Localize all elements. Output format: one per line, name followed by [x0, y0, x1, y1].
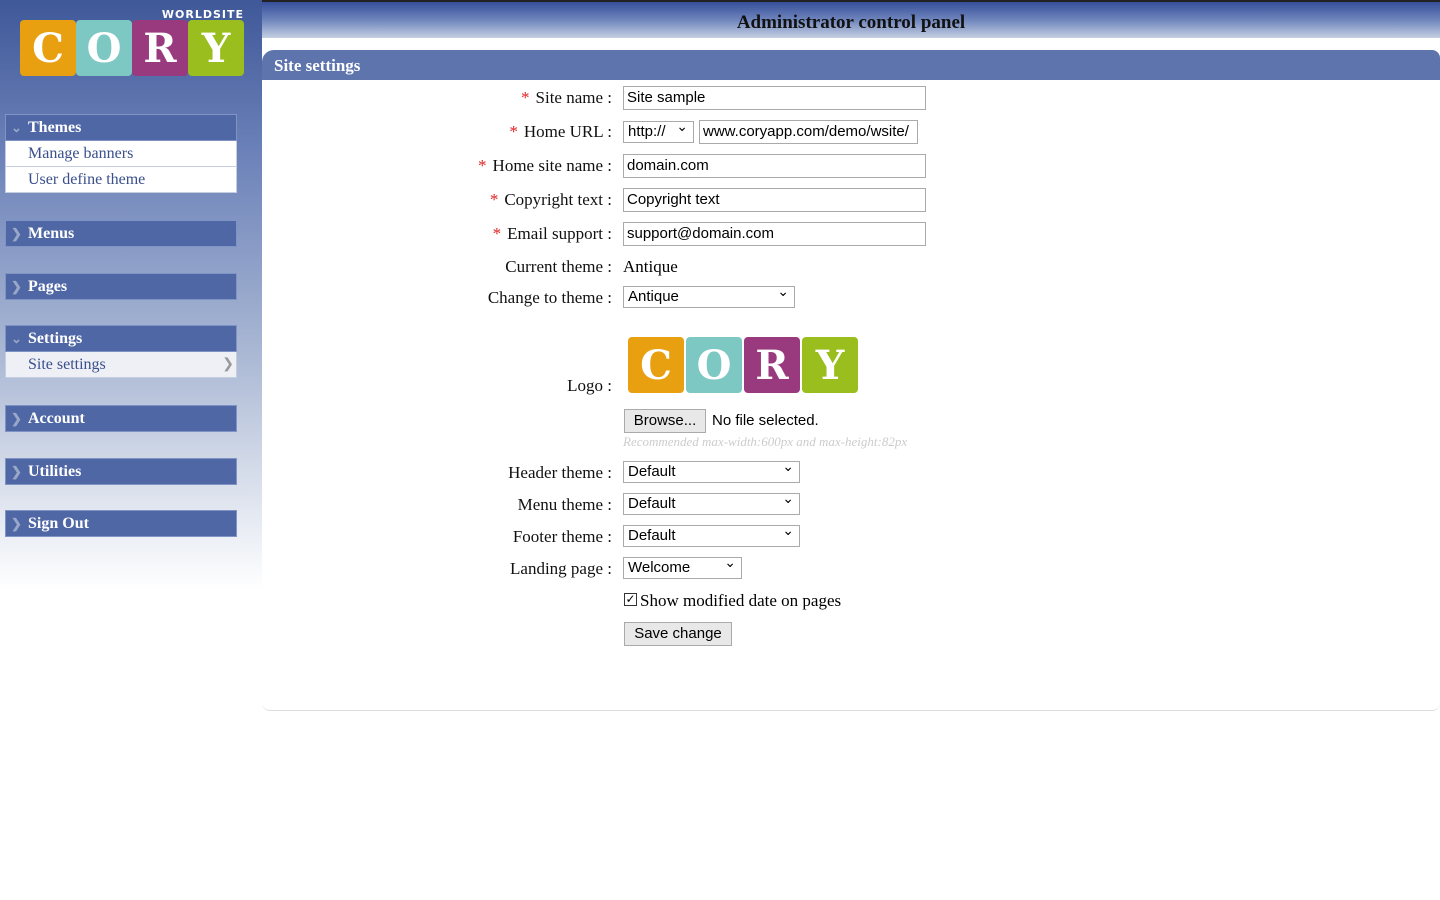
- group-label: Settings: [28, 330, 83, 347]
- change-theme-label: Change to theme :: [487, 288, 612, 307]
- save-change-button[interactable]: Save change: [624, 622, 732, 646]
- chevron-right-icon: ❯: [222, 357, 234, 372]
- sidebar-header-menus[interactable]: ❯ Menus: [5, 220, 237, 247]
- logo-piece-y: Y: [188, 20, 244, 76]
- chevron-right-icon: ❯: [11, 411, 22, 426]
- current-theme-value: Antique: [623, 257, 678, 276]
- group-label: Account: [28, 410, 85, 427]
- panel-title: Site settings: [262, 50, 1440, 80]
- chevron-right-icon: ❯: [11, 464, 22, 479]
- group-label: Pages: [28, 278, 68, 295]
- chevron-right-icon: ❯: [11, 279, 22, 294]
- item-label: Site settings: [28, 356, 106, 373]
- page-title: Administrator control panel: [262, 0, 1440, 38]
- group-label: Themes: [28, 119, 82, 136]
- logo-piece-y: Y: [802, 337, 858, 393]
- home-url-input[interactable]: www.coryapp.com/demo/wsite/: [699, 120, 918, 144]
- menu-theme-select[interactable]: Default: [623, 490, 800, 515]
- footer-theme-label: Footer theme :: [512, 527, 612, 546]
- current-theme-label: Current theme :: [505, 257, 612, 276]
- logo-piece-c: C: [628, 337, 684, 393]
- header-theme-label: Header theme :: [508, 463, 612, 482]
- show-modified-label: Show modified date on pages: [640, 591, 842, 610]
- header-theme-select[interactable]: Default: [623, 458, 800, 483]
- sidebar-item-manage-banners[interactable]: Manage banners: [5, 141, 237, 167]
- landing-page-select[interactable]: Welcome: [623, 554, 742, 579]
- group-label: Utilities: [28, 463, 82, 480]
- menu-theme-label: Menu theme :: [517, 495, 612, 514]
- site-name-input[interactable]: Site sample: [623, 86, 926, 110]
- group-label: Menus: [28, 225, 75, 242]
- chevron-down-icon: ⌄: [11, 120, 22, 135]
- browse-button[interactable]: Browse...: [624, 409, 706, 433]
- site-name-label: * Site name :: [521, 88, 612, 107]
- sidebar-group-themes: ⌄ Themes Manage banners User define theme: [5, 114, 237, 193]
- logo-piece-r: R: [744, 337, 800, 393]
- logo-piece-r: R: [132, 20, 188, 76]
- group-label: Sign Out: [28, 515, 89, 532]
- logo-preview: C O R Y: [628, 333, 860, 399]
- home-url-label: * Home URL :: [509, 122, 612, 141]
- home-site-name-label: * Home site name :: [478, 156, 612, 175]
- sidebar-header-pages[interactable]: ❯ Pages: [5, 273, 237, 300]
- logo-piece-o: O: [76, 20, 132, 76]
- sidebar-header-utilities[interactable]: ❯ Utilities: [5, 458, 237, 485]
- file-status: No file selected.: [712, 412, 819, 429]
- protocol-select[interactable]: http://: [623, 118, 694, 143]
- copyright-label: * Copyright text :: [489, 190, 612, 209]
- logo-hint: Recommended max-width:600px and max-heig…: [623, 434, 908, 449]
- sidebar-item-site-settings[interactable]: Site settings ❯: [5, 352, 237, 378]
- sidebar-item-user-define-theme[interactable]: User define theme: [5, 167, 237, 193]
- change-theme-select[interactable]: Antique: [623, 283, 795, 308]
- landing-page-label: Landing page :: [510, 559, 612, 578]
- sidebar-header-account[interactable]: ❯ Account: [5, 405, 237, 432]
- home-site-name-input[interactable]: domain.com: [623, 154, 926, 178]
- chevron-right-icon: ❯: [11, 516, 22, 531]
- chevron-down-icon: ⌄: [11, 331, 22, 346]
- show-modified-checkbox[interactable]: ✓: [624, 593, 637, 606]
- logo-piece-o: O: [686, 337, 742, 393]
- site-settings-panel: Site settings * Site name : Site sample *…: [262, 50, 1440, 711]
- copyright-input[interactable]: Copyright text: [623, 188, 926, 212]
- email-label: * Email support :: [492, 224, 612, 243]
- footer-theme-select[interactable]: Default: [623, 522, 800, 547]
- logo-label: Logo :: [567, 376, 612, 395]
- cory-logo: WORLDSITE C O R Y: [16, 8, 248, 88]
- email-input[interactable]: support@domain.com: [623, 222, 926, 246]
- sidebar-header-settings[interactable]: ⌄ Settings: [5, 325, 237, 352]
- logo-piece-c: C: [20, 20, 76, 76]
- chevron-right-icon: ❯: [11, 226, 22, 241]
- sidebar-header-sign-out[interactable]: ❯ Sign Out: [5, 510, 237, 537]
- sidebar-header-themes[interactable]: ⌄ Themes: [5, 114, 237, 141]
